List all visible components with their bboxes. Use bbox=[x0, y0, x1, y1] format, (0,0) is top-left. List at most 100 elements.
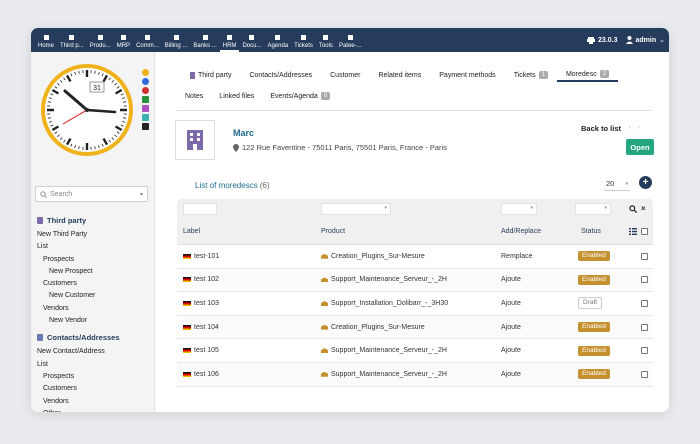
topnav-item-12[interactable]: Patee-... bbox=[336, 33, 365, 52]
row-label-link[interactable]: test 102 bbox=[183, 269, 219, 292]
topnav-label: Tools bbox=[318, 43, 333, 49]
company-logo bbox=[175, 120, 215, 160]
topnav-item-6[interactable]: Banks ... bbox=[190, 33, 219, 52]
menu-section-contacts[interactable]: Contacts/Addresses bbox=[37, 333, 153, 342]
record-nav-arrows[interactable]: ‹› bbox=[629, 124, 646, 131]
select-all-checkbox[interactable] bbox=[641, 228, 648, 235]
search-icon[interactable] bbox=[629, 205, 637, 213]
filter-mode-select[interactable]: ▾ bbox=[501, 203, 537, 215]
alert-icon[interactable] bbox=[142, 87, 149, 94]
header-status[interactable]: Status bbox=[581, 219, 601, 244]
card-icon[interactable] bbox=[142, 123, 149, 130]
menu-section-third-party[interactable]: Third party bbox=[37, 216, 153, 225]
menu-subitem[interactable]: New Customer bbox=[37, 290, 153, 302]
tab-moredesc[interactable]: Moredesc 2 bbox=[556, 68, 619, 82]
list-icon[interactable] bbox=[629, 228, 637, 235]
row-label-link[interactable]: test 103 bbox=[183, 292, 219, 315]
print-version[interactable]: 23.0.3 bbox=[587, 36, 618, 44]
menu-subitem[interactable]: Prospects bbox=[37, 371, 153, 383]
tab-linked-files[interactable]: Linked files bbox=[219, 92, 254, 100]
row-label-link[interactable]: test 104 bbox=[183, 316, 219, 339]
tab-third-party[interactable]: Third party bbox=[181, 68, 240, 82]
row-checkbox[interactable] bbox=[641, 276, 648, 284]
row-product-link[interactable]: Support_Installation_Dolibarr_-_3H30 bbox=[321, 292, 448, 315]
topnav-item-0[interactable]: Home bbox=[35, 33, 57, 52]
product-icon bbox=[321, 300, 328, 306]
menu-item[interactable]: New Third Party bbox=[37, 229, 153, 241]
row-product-link[interactable]: Support_Maintenance_Serveur_-_2H bbox=[321, 363, 447, 386]
menu-subitem[interactable]: Customers bbox=[37, 383, 153, 395]
menu-item[interactable]: List bbox=[37, 241, 153, 253]
topnav-item-9[interactable]: Agenda bbox=[264, 33, 291, 52]
row-label-link[interactable]: test 106 bbox=[183, 363, 219, 386]
topnav-item-11[interactable]: Tools bbox=[316, 33, 336, 52]
grid-icon[interactable] bbox=[142, 114, 149, 121]
user-add-icon[interactable] bbox=[142, 96, 149, 103]
menu-subitem[interactable]: Vendors bbox=[37, 396, 153, 408]
tab-notes[interactable]: Notes bbox=[185, 92, 203, 100]
row-checkbox[interactable] bbox=[641, 323, 648, 331]
menu-subitem[interactable]: Other bbox=[37, 408, 153, 412]
menu-subitem[interactable]: Prospects bbox=[37, 254, 153, 266]
tab-customer[interactable]: Customer bbox=[321, 68, 369, 82]
briefcase-icon bbox=[143, 33, 151, 41]
menu-subitem[interactable]: New Prospect bbox=[37, 266, 153, 278]
company-name[interactable]: Marc bbox=[233, 128, 254, 138]
back-to-list-link[interactable]: Back to list bbox=[581, 124, 621, 133]
filter-status-select[interactable]: ▾ bbox=[575, 203, 611, 215]
invoice-icon[interactable] bbox=[142, 105, 149, 112]
menu-subitem[interactable]: Vendors bbox=[37, 303, 153, 315]
chevron-right-icon[interactable]: › bbox=[637, 124, 645, 131]
header-add-replace[interactable]: Add/Replace bbox=[501, 219, 541, 244]
topnav-item-5[interactable]: Billing ... bbox=[162, 33, 191, 52]
row-checkbox[interactable] bbox=[641, 299, 648, 307]
menu-subitem[interactable]: New Vendor bbox=[37, 315, 153, 327]
tab-label: Tickets bbox=[513, 71, 536, 79]
topnav-item-3[interactable]: MRP bbox=[114, 33, 133, 52]
filter-product-select[interactable]: ▾ bbox=[321, 203, 391, 215]
tab-tickets[interactable]: Tickets 1 bbox=[505, 68, 557, 82]
menu-subitem[interactable]: Customers bbox=[37, 278, 153, 290]
bank-icon bbox=[201, 33, 209, 41]
topnav-label: Comm... bbox=[136, 43, 159, 49]
left-menu: Third party New Third Party List Prospects N… bbox=[37, 216, 153, 412]
menu-item[interactable]: New Contact/Address bbox=[37, 346, 153, 358]
row-checkbox[interactable] bbox=[641, 370, 648, 378]
tab-related-items[interactable]: Related items bbox=[369, 68, 430, 82]
clear-filter-icon[interactable]: × bbox=[641, 204, 646, 213]
tab-payment-methods[interactable]: Payment methods bbox=[430, 68, 504, 82]
topnav-item-10[interactable]: Tickets bbox=[291, 33, 316, 52]
menu-section-label: Third party bbox=[47, 216, 87, 225]
row-checkbox[interactable] bbox=[641, 347, 648, 355]
row-mode: Ajoute bbox=[501, 347, 521, 355]
filter-label-input[interactable] bbox=[183, 203, 217, 215]
row-product-link[interactable]: Support_Maintenance_Serveur_-_2H bbox=[321, 269, 447, 292]
tab-events-agenda[interactable]: Events/Agenda 0 bbox=[270, 92, 331, 100]
row-product-link[interactable]: Creation_Plugins_Sur-Mesure bbox=[321, 316, 425, 339]
topnav-item-2[interactable]: Produ... bbox=[87, 33, 114, 52]
row-label-link[interactable]: test-101 bbox=[183, 245, 219, 268]
header-label[interactable]: Label bbox=[183, 219, 200, 244]
add-record-button[interactable]: + bbox=[639, 176, 652, 189]
open-status-button[interactable]: Open bbox=[626, 139, 654, 155]
row-product-link[interactable]: Support_Maintenance_Serveur_-_2H bbox=[321, 339, 447, 362]
menu-item[interactable]: List bbox=[37, 359, 153, 371]
status-badge: Enabled bbox=[578, 274, 610, 285]
topnav-item-1[interactable]: Third p... bbox=[57, 33, 87, 52]
topnav-item-7[interactable]: HRM bbox=[219, 33, 240, 52]
header-product[interactable]: Product bbox=[321, 219, 345, 244]
info-icon[interactable] bbox=[142, 69, 149, 76]
row-checkbox[interactable] bbox=[641, 252, 648, 260]
row-label-link[interactable]: test 105 bbox=[183, 339, 219, 362]
topnav-item-8[interactable]: Docu... bbox=[239, 33, 264, 52]
check-icon[interactable] bbox=[142, 78, 149, 85]
user-menu[interactable]: admin ⌄ bbox=[625, 36, 665, 44]
page-size-select[interactable]: 20 ▾ bbox=[604, 177, 630, 191]
topnav-item-4[interactable]: Comm... bbox=[133, 33, 162, 52]
tab-label: Events/Agenda bbox=[270, 92, 318, 100]
search-input[interactable]: Search ▾ bbox=[35, 186, 148, 202]
row-mode: Remplace bbox=[501, 252, 533, 260]
row-product-link[interactable]: Creation_Plugins_Sur-Mesure bbox=[321, 245, 425, 268]
tab-contacts-addresses[interactable]: Contacts/Addresses bbox=[240, 68, 321, 82]
flag-icon bbox=[183, 371, 191, 377]
